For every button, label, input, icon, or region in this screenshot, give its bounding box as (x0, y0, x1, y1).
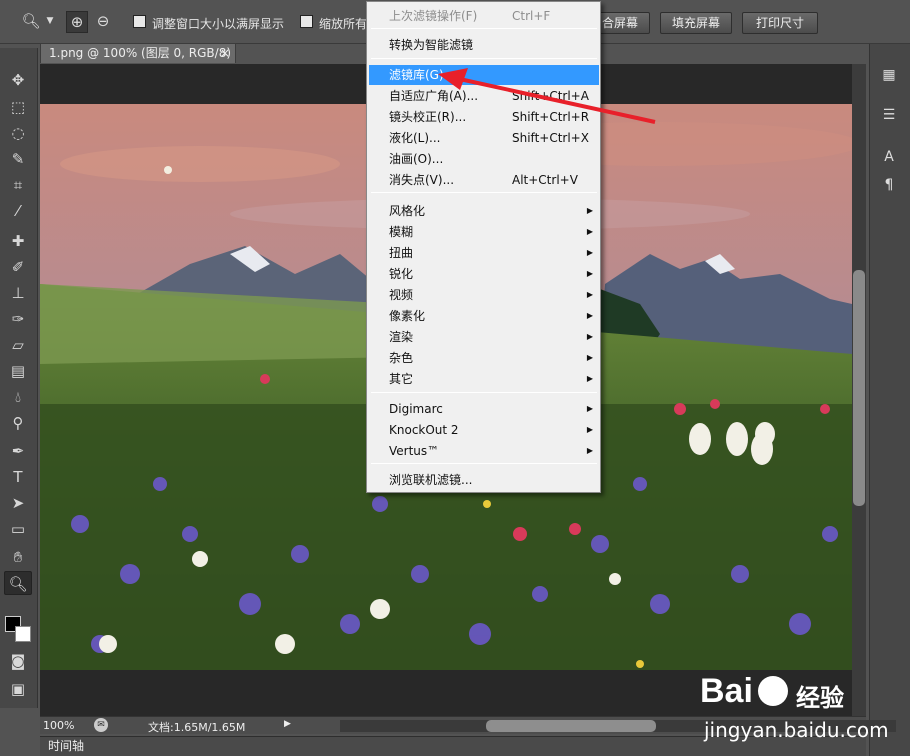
baidu-paw-icon (758, 676, 788, 706)
watermark-brand: Bai (700, 672, 753, 710)
baidu-watermark: Bai 经验 jingyan.baidu.com (700, 672, 900, 752)
watermark-suffix: 经验 (796, 684, 844, 712)
watermark-url: jingyan.baidu.com (704, 718, 889, 742)
annotation-arrow (438, 68, 656, 124)
